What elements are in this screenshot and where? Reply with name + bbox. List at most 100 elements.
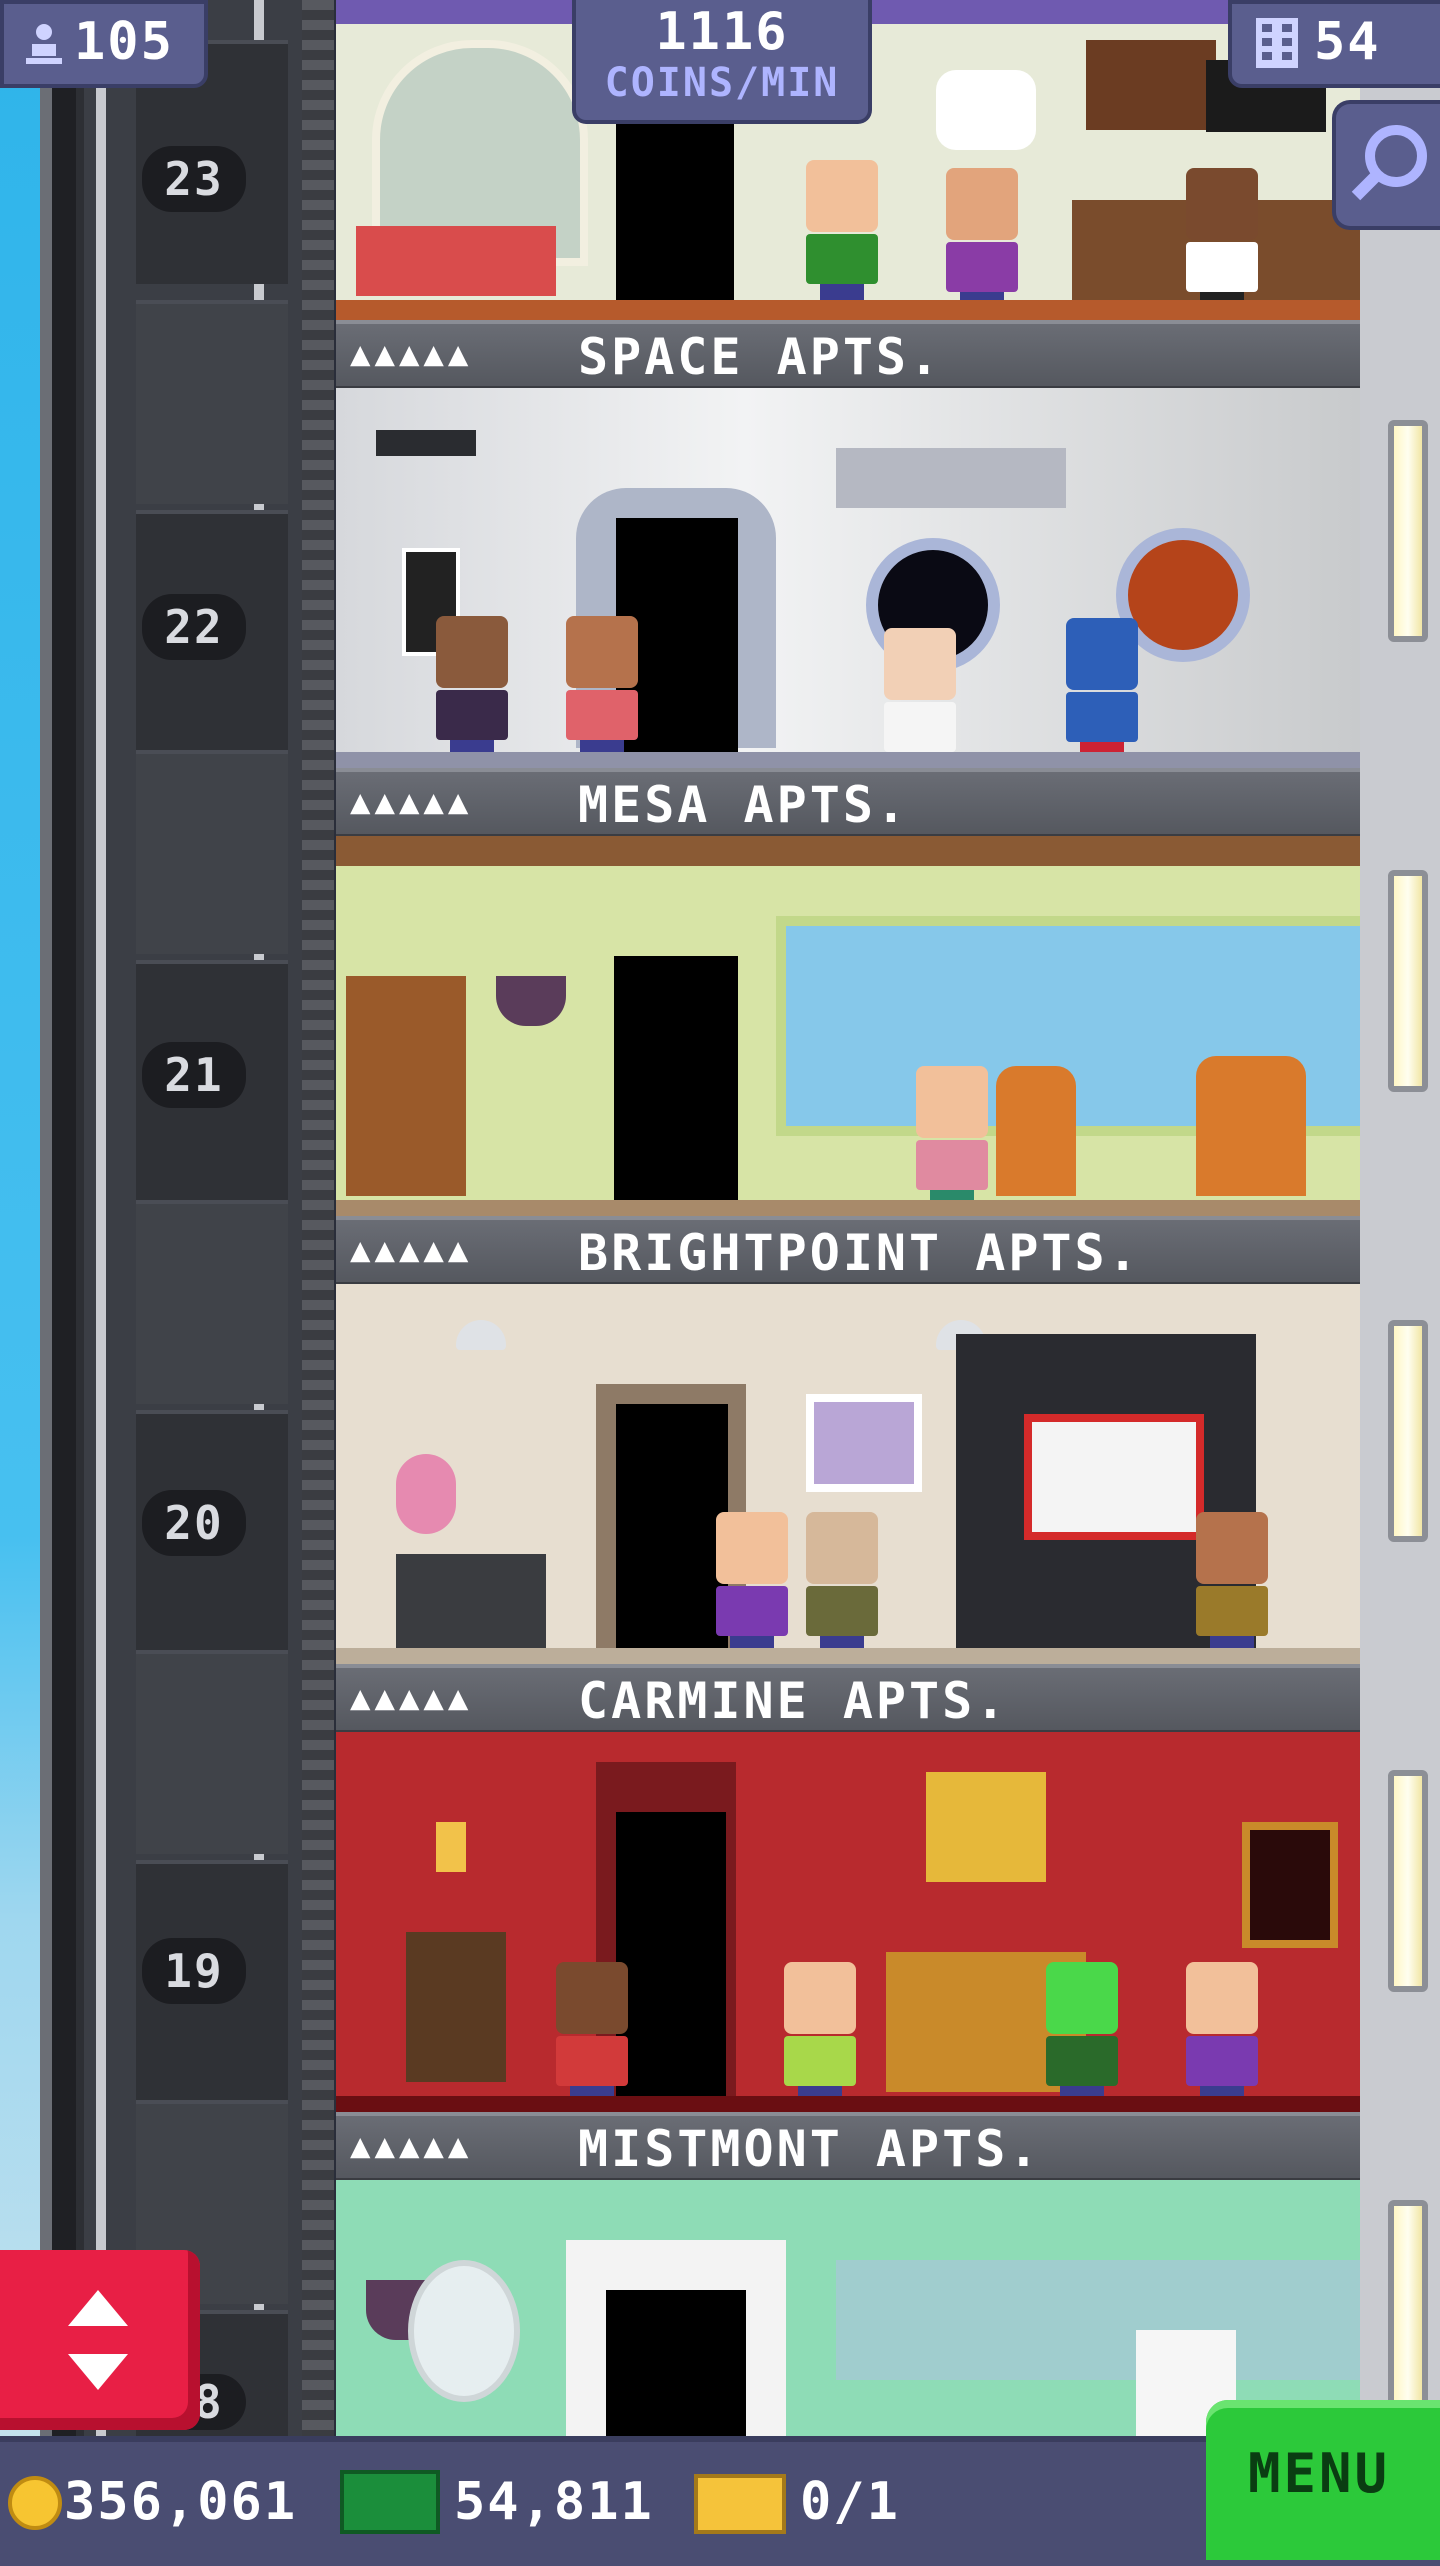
coins-per-min-label: COINS/MIN — [604, 60, 840, 106]
hanging-plant — [496, 976, 566, 1026]
floor-occupancy: ▲▲▲▲▲ — [350, 782, 473, 822]
armchair — [1196, 1056, 1306, 1196]
nightstand — [406, 1932, 506, 2082]
bookshelf — [346, 976, 466, 1196]
floor-counter[interactable]: 54 — [1228, 0, 1440, 88]
elevator-cab[interactable] — [136, 300, 288, 504]
elevator-cab[interactable] — [136, 1650, 288, 1854]
wall-painting — [1242, 1822, 1338, 1948]
coins-value: 356,061 — [64, 2472, 298, 2532]
resident[interactable] — [1046, 1962, 1118, 2108]
floor-18-mistmont-apts[interactable] — [336, 2180, 1360, 2440]
population-value: 105 — [74, 12, 174, 72]
floor-trim — [336, 2096, 1360, 2112]
floor-21-mesa-apts[interactable] — [336, 836, 1360, 1216]
window-light — [1388, 2200, 1428, 2422]
tv-screen[interactable] — [1024, 1414, 1204, 1540]
floor-label-bar[interactable]: ▲▲▲▲▲ MISTMONT APTS. — [336, 2112, 1360, 2184]
resident[interactable] — [1066, 618, 1138, 764]
floor-trim — [336, 752, 1360, 768]
armchair — [996, 1066, 1076, 1196]
resident[interactable] — [916, 1066, 988, 1212]
bux-icon[interactable] — [340, 2470, 440, 2534]
floor-name: MESA APTS. — [578, 776, 910, 834]
resident[interactable] — [566, 616, 638, 762]
resident[interactable] — [436, 616, 508, 762]
resident[interactable] — [884, 628, 956, 768]
elevator-shaft — [40, 0, 332, 2444]
chef[interactable] — [1186, 168, 1258, 314]
floor-occupancy: ▲▲▲▲▲ — [350, 2126, 473, 2166]
floor-23-door[interactable] — [616, 110, 734, 306]
floor-number-20: 20 — [142, 1490, 246, 1556]
wall-mirror — [408, 2260, 520, 2402]
floor-label-bar[interactable]: ▲▲▲▲▲ SPACE APTS. — [336, 320, 1360, 392]
dining-table — [396, 1554, 546, 1654]
up-down-arrow-icon — [68, 2290, 128, 2390]
window-light — [1388, 870, 1428, 1092]
building-right-edge — [1360, 0, 1440, 2440]
floor-18-door[interactable] — [606, 2290, 746, 2440]
floor-name: MISTMONT APTS. — [578, 2120, 1042, 2178]
floor-name: BRIGHTPOINT APTS. — [578, 1224, 1141, 1282]
elevator-button[interactable] — [0, 2250, 200, 2430]
coins-per-minute-panel[interactable]: 1116 COINS/MIN — [572, 0, 872, 124]
search-button[interactable] — [1332, 100, 1440, 230]
floor-label-bar[interactable]: ▲▲▲▲▲ BRIGHTPOINT APTS. — [336, 1216, 1360, 1288]
flower-vase — [396, 1454, 456, 1534]
resident[interactable] — [556, 1962, 628, 2108]
resident[interactable] — [946, 168, 1018, 314]
window-panels — [836, 2260, 1360, 2380]
ticket-icon[interactable] — [694, 2474, 786, 2534]
floor-trim — [336, 1648, 1360, 1664]
resident[interactable] — [806, 1512, 878, 1658]
building-icon — [1256, 18, 1298, 68]
resident[interactable] — [806, 160, 878, 306]
floor-trim — [336, 300, 1360, 320]
magnifier-icon — [1351, 125, 1427, 201]
floor-occupancy: ▲▲▲▲▲ — [350, 1230, 473, 1270]
floor-19-carmine-apts[interactable] — [336, 1732, 1360, 2112]
coins-per-min-value: 1116 — [655, 2, 789, 62]
floor-19-door[interactable] — [616, 1812, 726, 2102]
window-light — [1388, 1770, 1428, 1992]
resident[interactable] — [716, 1512, 788, 1658]
floor-label-bar[interactable]: ▲▲▲▲▲ CARMINE APTS. — [336, 1664, 1360, 1736]
sky-background — [0, 0, 40, 2560]
population-counter[interactable]: 105 — [0, 0, 208, 88]
wall-shelf — [1086, 40, 1216, 130]
elevator-cab[interactable] — [136, 750, 288, 954]
thought-bubble-coins[interactable] — [936, 70, 1036, 150]
resident[interactable] — [784, 1962, 856, 2108]
floor-occupancy: ▲▲▲▲▲ — [350, 334, 473, 374]
floor-number-23: 23 — [142, 146, 246, 212]
control-panel — [836, 448, 1066, 508]
shaft-edge — [302, 0, 334, 2440]
dining-table — [356, 226, 556, 296]
resident[interactable] — [1186, 1962, 1258, 2108]
elevator-cab[interactable] — [136, 1200, 288, 1404]
floor-number-22: 22 — [142, 594, 246, 660]
floor-20-door[interactable] — [616, 1404, 728, 1654]
floor-name: CARMINE APTS. — [578, 1672, 1009, 1730]
floor-21-door[interactable] — [614, 956, 738, 1206]
floor-20-brightpoint-apts[interactable] — [336, 1284, 1360, 1664]
window-light — [1388, 1320, 1428, 1542]
floor-count-value: 54 — [1314, 12, 1381, 72]
vent — [376, 430, 476, 456]
ceiling-beam — [336, 836, 1360, 866]
ceiling-lamp — [456, 1320, 506, 1350]
wall-painting — [806, 1394, 922, 1492]
resident[interactable] — [1196, 1512, 1268, 1658]
floor-name: SPACE APTS. — [578, 328, 943, 386]
menu-button[interactable]: MENU — [1206, 2400, 1440, 2560]
coin-icon[interactable] — [8, 2476, 62, 2530]
floor-label-bar[interactable]: ▲▲▲▲▲ MESA APTS. — [336, 768, 1360, 840]
floor-22-space-apts[interactable] — [336, 388, 1360, 768]
elevator-rail — [96, 0, 106, 2440]
floor-number-19: 19 — [142, 1938, 246, 2004]
wall-sconce — [436, 1822, 466, 1872]
bux-value: 54,811 — [454, 2472, 654, 2532]
floor-occupancy: ▲▲▲▲▲ — [350, 1678, 473, 1718]
chandelier — [926, 1772, 1046, 1882]
